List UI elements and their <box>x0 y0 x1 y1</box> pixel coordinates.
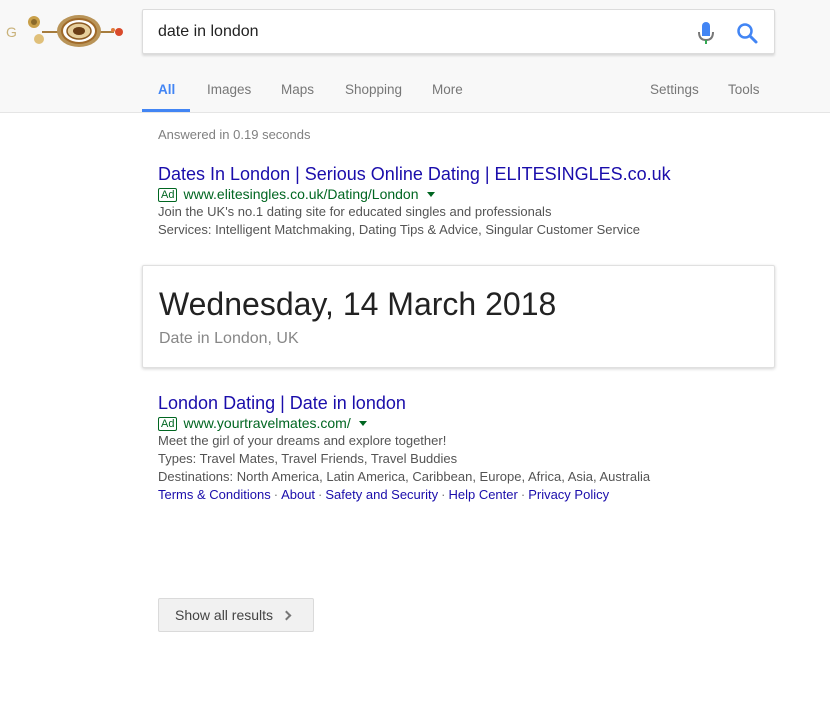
caret-down-icon[interactable] <box>358 421 367 426</box>
separator: · <box>520 487 526 502</box>
sitelink-about[interactable]: About <box>281 487 315 502</box>
search-tabs: All Images Maps Shopping More Settings T… <box>0 80 830 113</box>
result-title-link[interactable]: Dates In London | Serious Online Dating … <box>158 163 671 185</box>
date-answer-card: Wednesday, 14 March 2018 Date in London,… <box>142 265 775 368</box>
tab-images[interactable]: Images <box>207 82 251 97</box>
search-icon[interactable] <box>735 21 759 45</box>
sitelink-privacy[interactable]: Privacy Policy <box>528 487 609 502</box>
microphone-icon[interactable] <box>696 21 716 45</box>
ad-badge: Ad <box>158 188 178 202</box>
ad-result: Dates In London | Serious Online Dating … <box>158 163 671 239</box>
tab-maps[interactable]: Maps <box>281 82 314 97</box>
result-title-link[interactable]: London Dating | Date in london <box>158 392 650 414</box>
separator: · <box>441 487 446 502</box>
svg-text:G: G <box>6 24 17 40</box>
search-input[interactable] <box>158 10 678 53</box>
separator: · <box>273 487 279 502</box>
result-stats: Answered in 0.19 seconds <box>158 127 311 142</box>
doodle-logo[interactable]: G <box>4 10 128 52</box>
result-description: Join the UK's no.1 dating site for educa… <box>158 204 552 219</box>
search-box <box>142 9 775 54</box>
caret-down-icon[interactable] <box>426 192 435 197</box>
tab-settings[interactable]: Settings <box>650 82 699 97</box>
tab-more[interactable]: More <box>432 82 463 97</box>
result-url[interactable]: www.yourtravelmates.com/ <box>183 415 350 431</box>
answer-date: Wednesday, 14 March 2018 <box>159 286 557 322</box>
result-description: Meet the girl of your dreams and explore… <box>158 433 447 448</box>
active-tab-indicator <box>142 109 190 112</box>
ad-badge: Ad <box>158 417 178 431</box>
tab-shopping[interactable]: Shopping <box>345 82 402 97</box>
sitelink-terms[interactable]: Terms & Conditions <box>158 487 271 502</box>
separator: · <box>318 487 323 502</box>
show-all-label: Show all results <box>175 607 274 623</box>
sitelink-help-center[interactable]: Help Center <box>448 487 517 502</box>
sitelinks: Terms & Conditions · About · Safety and Secu… <box>158 486 650 504</box>
result-extension: Services: Intelligent Matchmaking, Datin… <box>158 222 640 237</box>
result-extension: Destinations: North America, Latin Ameri… <box>158 469 651 484</box>
chevron-right-icon <box>281 610 292 620</box>
tab-all[interactable]: All <box>158 82 175 97</box>
tab-tools[interactable]: Tools <box>728 82 760 97</box>
show-all-results-button[interactable]: Show all results <box>158 598 314 632</box>
result-url[interactable]: www.elitesingles.co.uk/Dating/London <box>183 186 418 202</box>
result-url-line: Ad www.yourtravelmates.com/ <box>158 414 650 432</box>
sitelink-safety[interactable]: Safety and Security <box>325 487 438 502</box>
ad-result: London Dating | Date in london Ad www.you… <box>158 392 650 504</box>
result-extension: Types: Travel Mates, Travel Friends, Tra… <box>158 451 458 466</box>
result-url-line: Ad www.elitesingles.co.uk/Dating/London <box>158 185 671 203</box>
header-bar: G date in london All Images Maps Shoppin… <box>0 0 830 113</box>
answer-location: Date in London, UK <box>159 330 299 347</box>
